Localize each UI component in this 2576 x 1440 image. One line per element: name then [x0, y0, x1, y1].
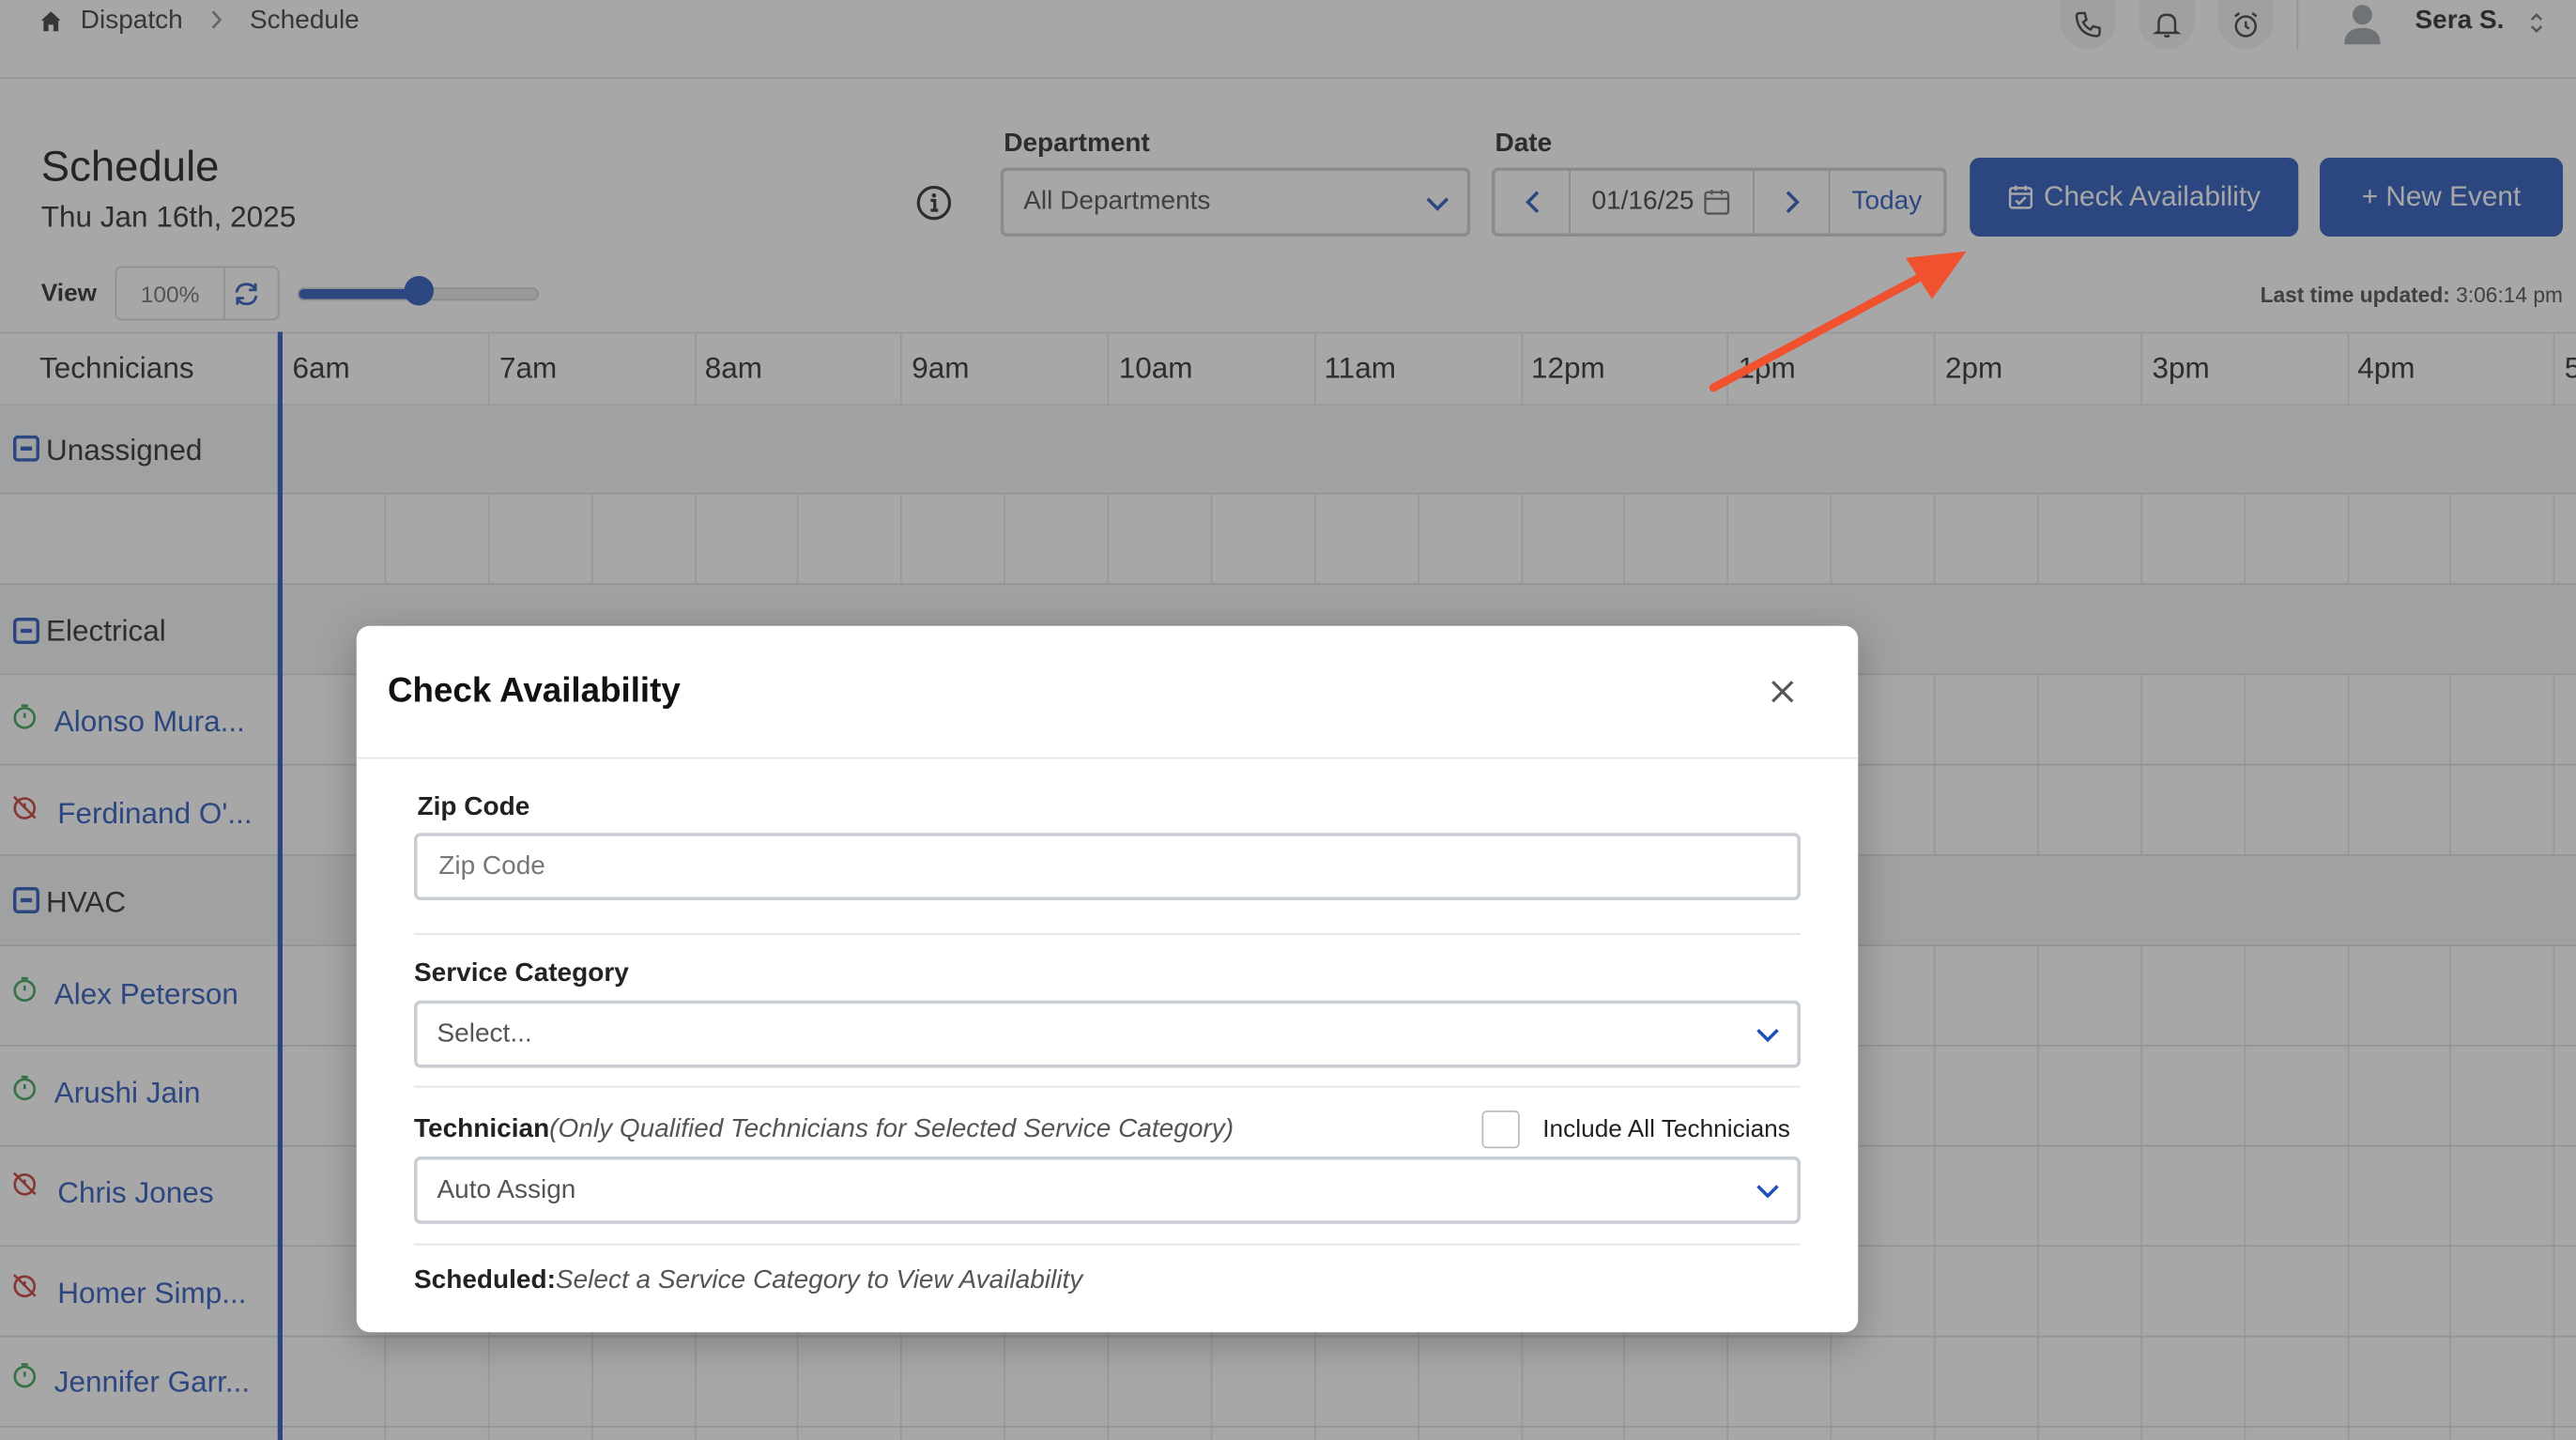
section-divider	[414, 933, 1801, 935]
technician-hint: (Only Qualified Technicians for Selected…	[549, 1115, 1234, 1143]
modal-divider	[356, 757, 1859, 759]
service-category-select[interactable]: Select...	[414, 1000, 1801, 1068]
close-icon[interactable]	[1770, 679, 1796, 705]
service-category-value: Select...	[437, 1019, 532, 1048]
include-all-technicians-label[interactable]: Include All Technicians	[1542, 1115, 1790, 1143]
check-availability-modal: Check Availability Zip Code Service Cate…	[356, 625, 1859, 1333]
modal-title: Check Availability	[388, 671, 681, 710]
section-divider	[414, 1243, 1801, 1246]
technician-label: Technician(Only Qualified Technicians fo…	[414, 1115, 1234, 1145]
app-root: Dispatch Schedule Sera S. Schedule Thu J…	[0, 0, 2576, 1440]
zip-code-label: Zip Code	[417, 793, 530, 821]
scheduled-info: Scheduled:Select a Service Category to V…	[414, 1266, 1082, 1296]
include-all-technicians-checkbox[interactable]	[1481, 1111, 1520, 1149]
technician-select[interactable]: Auto Assign	[414, 1157, 1801, 1224]
chevron-down-icon	[1756, 1185, 1779, 1199]
service-category-label: Service Category	[414, 959, 629, 988]
zip-code-input[interactable]	[414, 833, 1801, 900]
scheduled-hint: Select a Service Category to View Availa…	[555, 1266, 1083, 1294]
section-divider	[414, 1085, 1801, 1088]
technician-value: Auto Assign	[437, 1175, 576, 1203]
scheduled-label: Scheduled:	[414, 1266, 556, 1294]
chevron-down-icon	[1756, 1029, 1779, 1043]
technician-label-text: Technician	[414, 1115, 550, 1143]
